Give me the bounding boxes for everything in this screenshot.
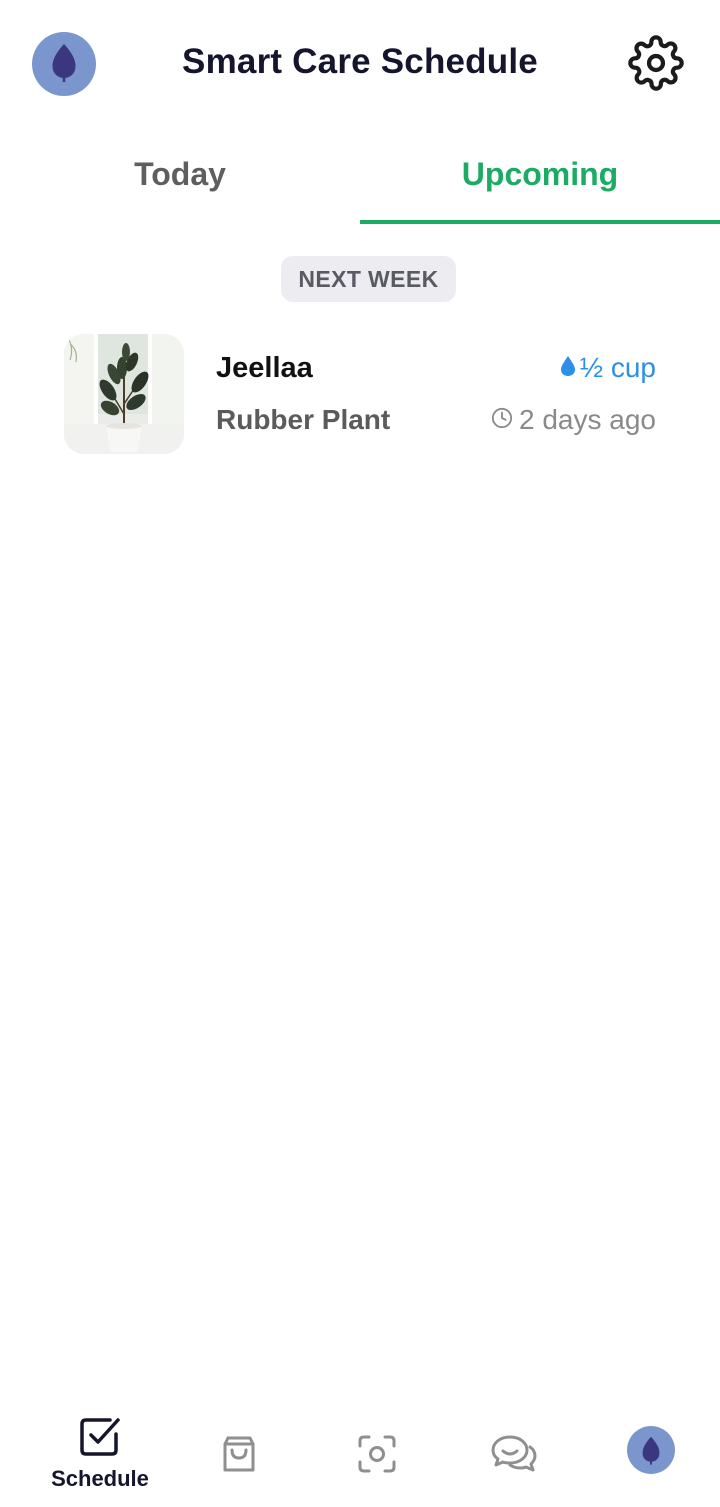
nav-scan[interactable] [307, 1400, 447, 1507]
nav-schedule-label: Schedule [51, 1466, 149, 1491]
plant-photo [64, 334, 184, 454]
nav-chat[interactable] [444, 1400, 584, 1507]
camera-scan-icon [353, 1430, 401, 1478]
plant-name: Jeellaa [216, 352, 313, 384]
clock-icon [491, 404, 513, 436]
water-drop-icon [560, 352, 576, 384]
bottom-navigation: Schedule [0, 1400, 720, 1507]
header: Smart Care Schedule [0, 0, 720, 130]
shopping-bag-icon [215, 1430, 263, 1478]
time-text: 2 days ago [519, 404, 656, 435]
profile-avatar-icon [627, 1426, 675, 1474]
water-amount: ½ cup [560, 352, 656, 384]
gear-icon [628, 34, 684, 96]
section-badge-next-week: NEXT WEEK [281, 256, 456, 302]
time-info: 2 days ago [491, 404, 656, 436]
tab-bar: Today Upcoming [0, 140, 720, 224]
plant-list-item[interactable]: Jeellaa Rubber Plant ½ cup 2 days ago [0, 330, 720, 460]
checkbox-icon [76, 1412, 124, 1460]
nav-shop[interactable] [169, 1400, 309, 1507]
app-screen: Smart Care Schedule Today Upcoming NEXT … [0, 0, 720, 1507]
tab-upcoming[interactable]: Upcoming [360, 140, 720, 224]
nav-schedule[interactable]: Schedule [30, 1400, 170, 1507]
settings-button[interactable] [626, 34, 686, 96]
active-tab-indicator [360, 220, 720, 224]
nav-profile[interactable] [581, 1400, 720, 1507]
plant-species: Rubber Plant [216, 404, 391, 435]
tab-today[interactable]: Today [0, 140, 360, 224]
water-amount-text: ½ cup [579, 352, 656, 383]
chat-bubbles-icon [490, 1430, 538, 1478]
page-title: Smart Care Schedule [182, 42, 538, 81]
